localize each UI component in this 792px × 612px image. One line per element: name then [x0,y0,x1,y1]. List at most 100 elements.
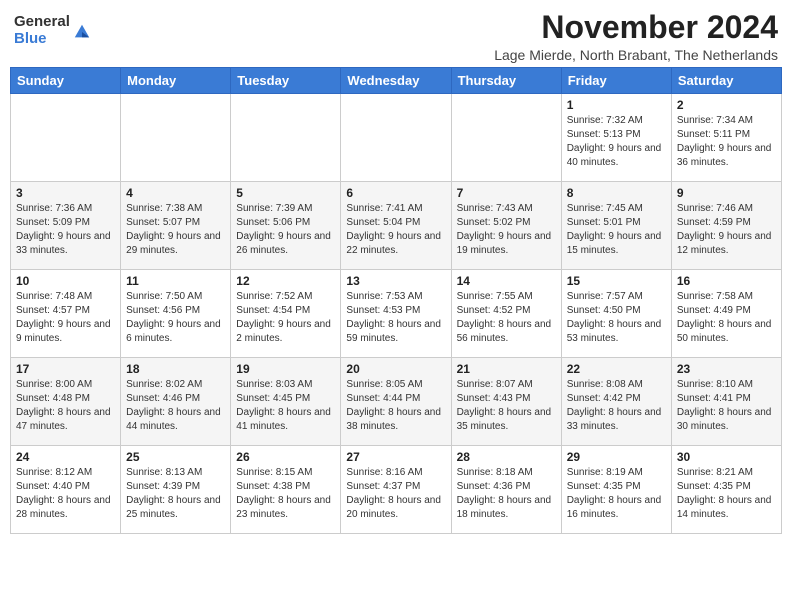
table-cell: 18 Sunrise: 8:02 AM Sunset: 4:46 PM Dayli… [121,358,231,446]
col-thursday: Thursday [451,68,561,94]
col-tuesday: Tuesday [231,68,341,94]
table-cell: 13Sunrise: 7:53 AM Sunset: 4:53 PM Dayli… [341,270,451,358]
day-info: Sunrise: 8:08 AM Sunset: 4:42 PM Dayligh… [567,378,666,434]
day-number: 5 [236,186,335,200]
table-cell: 29 Sunrise: 8:19 AM Sunset: 4:35 PM Dayli… [561,446,671,534]
day-info: Sunrise: 7:36 AM Sunset: 5:09 PM Dayligh… [16,202,115,258]
day-number: 28 [457,450,556,464]
day-info: Sunrise: 8:15 AM Sunset: 4:38 PM Dayligh… [236,466,335,522]
day-info: Sunrise: 8:02 AM Sunset: 4:46 PM Dayligh… [126,378,225,434]
table-cell: 5Sunrise: 7:39 AM Sunset: 5:06 PM Daylig… [231,182,341,270]
day-info: Sunrise: 8:13 AM Sunset: 4:39 PM Dayligh… [126,466,225,522]
table-cell: 26 Sunrise: 8:15 AM Sunset: 4:38 PM Dayli… [231,446,341,534]
day-number: 18 [126,362,225,376]
table-cell [341,94,451,182]
table-cell: 10 Sunrise: 7:48 AM Sunset: 4:57 PM Dayli… [11,270,121,358]
table-cell: 6 Sunrise: 7:41 AM Sunset: 5:04 PM Daylig… [341,182,451,270]
table-cell: 11 Sunrise: 7:50 AM Sunset: 4:56 PM Dayli… [121,270,231,358]
table-cell [121,94,231,182]
day-number: 15 [567,274,666,288]
table-cell: 25 Sunrise: 8:13 AM Sunset: 4:39 PM Dayli… [121,446,231,534]
day-info: Sunrise: 7:48 AM Sunset: 4:57 PM Dayligh… [16,290,115,346]
day-info: Sunrise: 8:16 AM Sunset: 4:37 PM Dayligh… [346,466,445,522]
day-info: Sunrise: 8:10 AM Sunset: 4:41 PM Dayligh… [677,378,776,434]
day-number: 19 [236,362,335,376]
col-friday: Friday [561,68,671,94]
logo-icon [73,23,91,41]
day-number: 24 [16,450,115,464]
logo: General Blue [14,14,91,47]
day-info: Sunrise: 8:18 AM Sunset: 4:36 PM Dayligh… [457,466,556,522]
table-cell: 28 Sunrise: 8:18 AM Sunset: 4:36 PM Dayli… [451,446,561,534]
table-cell: 16 Sunrise: 7:58 AM Sunset: 4:49 PM Dayli… [671,270,781,358]
week-row-2: 3 Sunrise: 7:36 AM Sunset: 5:09 PM Daylig… [11,182,782,270]
day-number: 21 [457,362,556,376]
day-info: Sunrise: 7:50 AM Sunset: 4:56 PM Dayligh… [126,290,225,346]
day-info: Sunrise: 8:21 AM Sunset: 4:35 PM Dayligh… [677,466,776,522]
week-row-3: 10 Sunrise: 7:48 AM Sunset: 4:57 PM Dayli… [11,270,782,358]
week-row-5: 24 Sunrise: 8:12 AM Sunset: 4:40 PM Dayli… [11,446,782,534]
col-sunday: Sunday [11,68,121,94]
day-number: 6 [346,186,445,200]
day-info: Sunrise: 7:46 AM Sunset: 4:59 PM Dayligh… [677,202,776,258]
day-info: Sunrise: 7:53 AM Sunset: 4:53 PM Dayligh… [346,290,445,346]
day-number: 10 [16,274,115,288]
logo-general-text: General [14,14,70,31]
day-number: 16 [677,274,776,288]
day-number: 14 [457,274,556,288]
day-info: Sunrise: 7:41 AM Sunset: 5:04 PM Dayligh… [346,202,445,258]
calendar-header-row: Sunday Monday Tuesday Wednesday Thursday… [11,68,782,94]
day-number: 7 [457,186,556,200]
day-info: Sunrise: 8:00 AM Sunset: 4:48 PM Dayligh… [16,378,115,434]
day-number: 29 [567,450,666,464]
day-number: 20 [346,362,445,376]
day-info: Sunrise: 7:55 AM Sunset: 4:52 PM Dayligh… [457,290,556,346]
table-cell: 1Sunrise: 7:32 AM Sunset: 5:13 PM Daylig… [561,94,671,182]
week-row-1: 1Sunrise: 7:32 AM Sunset: 5:13 PM Daylig… [11,94,782,182]
day-info: Sunrise: 8:12 AM Sunset: 4:40 PM Dayligh… [16,466,115,522]
table-cell: 22 Sunrise: 8:08 AM Sunset: 4:42 PM Dayli… [561,358,671,446]
day-number: 26 [236,450,335,464]
day-number: 23 [677,362,776,376]
table-cell: 12 Sunrise: 7:52 AM Sunset: 4:54 PM Dayli… [231,270,341,358]
title-block: November 2024 Lage Mierde, North Brabant… [494,10,778,63]
day-number: 27 [346,450,445,464]
day-info: Sunrise: 7:52 AM Sunset: 4:54 PM Dayligh… [236,290,335,346]
calendar-table: Sunday Monday Tuesday Wednesday Thursday… [10,67,782,534]
day-number: 3 [16,186,115,200]
day-info: Sunrise: 7:43 AM Sunset: 5:02 PM Dayligh… [457,202,556,258]
day-number: 30 [677,450,776,464]
table-cell: 4Sunrise: 7:38 AM Sunset: 5:07 PM Daylig… [121,182,231,270]
day-info: Sunrise: 7:32 AM Sunset: 5:13 PM Dayligh… [567,114,666,170]
table-cell [451,94,561,182]
day-info: Sunrise: 7:45 AM Sunset: 5:01 PM Dayligh… [567,202,666,258]
day-info: Sunrise: 8:03 AM Sunset: 4:45 PM Dayligh… [236,378,335,434]
day-info: Sunrise: 7:58 AM Sunset: 4:49 PM Dayligh… [677,290,776,346]
table-cell: 20Sunrise: 8:05 AM Sunset: 4:44 PM Dayli… [341,358,451,446]
day-info: Sunrise: 8:19 AM Sunset: 4:35 PM Dayligh… [567,466,666,522]
month-title: November 2024 [494,10,778,45]
table-cell [231,94,341,182]
day-number: 11 [126,274,225,288]
day-number: 22 [567,362,666,376]
table-cell: 3 Sunrise: 7:36 AM Sunset: 5:09 PM Daylig… [11,182,121,270]
table-cell [11,94,121,182]
table-cell: 8Sunrise: 7:45 AM Sunset: 5:01 PM Daylig… [561,182,671,270]
day-info: Sunrise: 7:57 AM Sunset: 4:50 PM Dayligh… [567,290,666,346]
table-cell: 27 Sunrise: 8:16 AM Sunset: 4:37 PM Dayli… [341,446,451,534]
day-info: Sunrise: 7:34 AM Sunset: 5:11 PM Dayligh… [677,114,776,170]
table-cell: 21Sunrise: 8:07 AM Sunset: 4:43 PM Dayli… [451,358,561,446]
day-number: 2 [677,98,776,112]
day-info: Sunrise: 7:38 AM Sunset: 5:07 PM Dayligh… [126,202,225,258]
logo-blue-text: Blue [14,31,70,48]
table-cell: 2 Sunrise: 7:34 AM Sunset: 5:11 PM Daylig… [671,94,781,182]
day-number: 9 [677,186,776,200]
day-number: 25 [126,450,225,464]
table-cell: 14 Sunrise: 7:55 AM Sunset: 4:52 PM Dayli… [451,270,561,358]
day-number: 12 [236,274,335,288]
col-saturday: Saturday [671,68,781,94]
table-cell: 19 Sunrise: 8:03 AM Sunset: 4:45 PM Dayli… [231,358,341,446]
table-cell: 23 Sunrise: 8:10 AM Sunset: 4:41 PM Dayli… [671,358,781,446]
day-number: 17 [16,362,115,376]
table-cell: 30 Sunrise: 8:21 AM Sunset: 4:35 PM Dayli… [671,446,781,534]
